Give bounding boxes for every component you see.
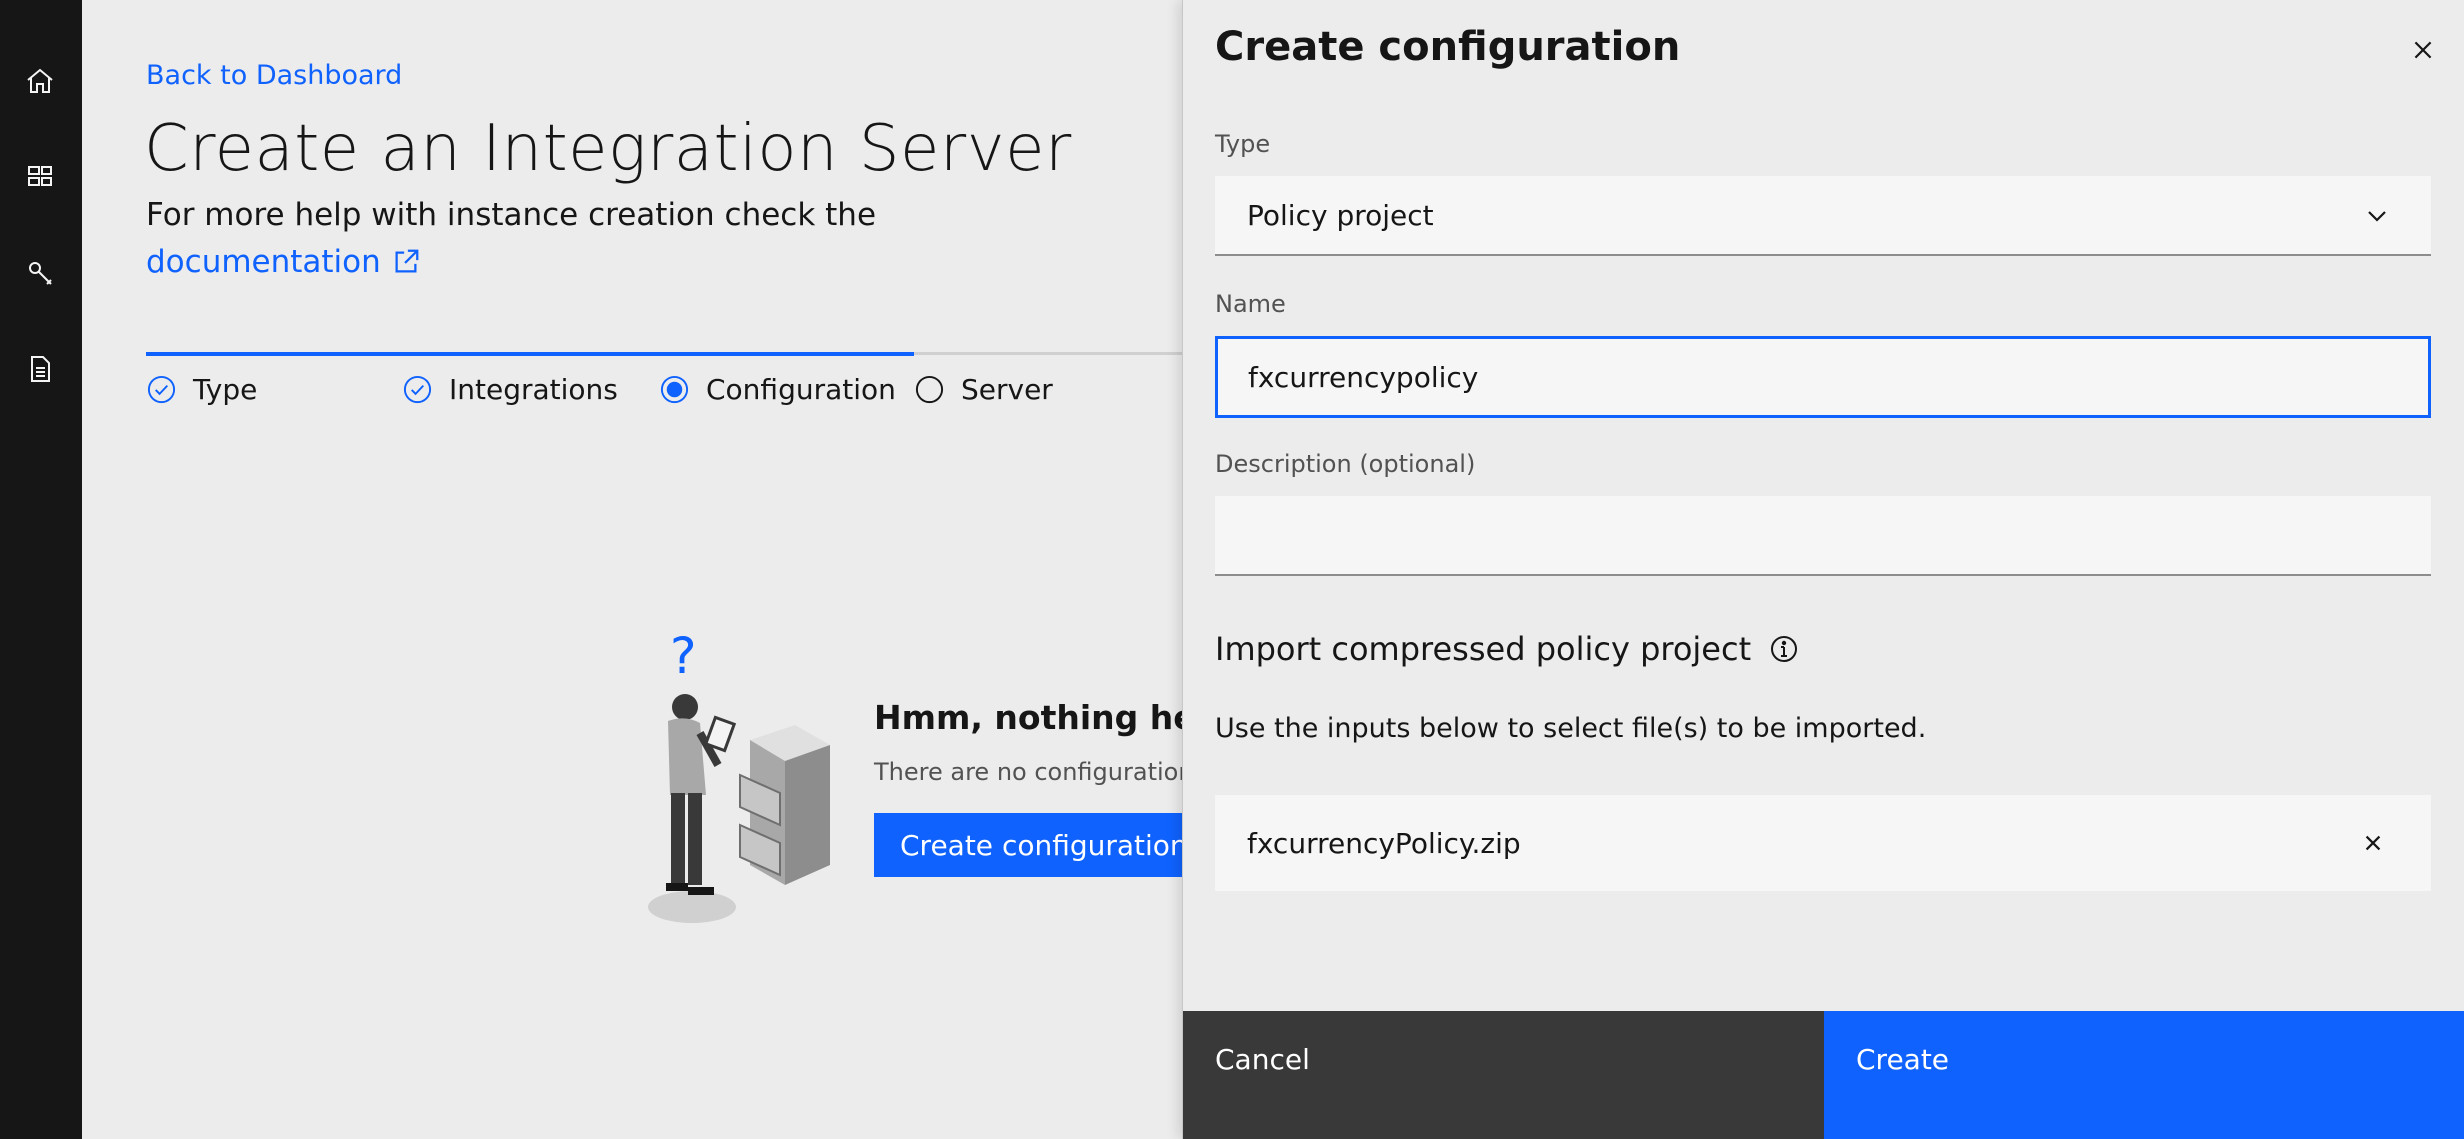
create-configuration-button[interactable]: Create configuration xyxy=(874,813,1194,877)
home-icon xyxy=(27,68,53,93)
import-heading-text: Import compressed policy project xyxy=(1215,630,1752,668)
checkmark-circle-icon xyxy=(147,375,176,404)
external-link-icon xyxy=(395,249,419,273)
step-type[interactable]: Type xyxy=(146,373,257,406)
step-configuration[interactable]: Configuration xyxy=(659,373,896,406)
name-label: Name xyxy=(1215,290,1286,318)
empty-state-description: There are no configurations xyxy=(874,758,1207,786)
nav-dashboard[interactable] xyxy=(16,152,64,200)
close-icon xyxy=(2414,41,2432,59)
step-label: Integrations xyxy=(449,373,618,406)
uploaded-file-item: fxcurrencyPolicy.zip xyxy=(1215,795,2431,891)
documentation-link-label: documentation xyxy=(146,244,381,280)
type-select-value: Policy project xyxy=(1247,198,1434,232)
chevron-down-icon xyxy=(2368,211,2386,222)
step-label: Configuration xyxy=(706,373,896,406)
progress-fill xyxy=(146,352,914,356)
current-step-icon xyxy=(660,375,689,404)
import-description: Use the inputs below to select file(s) t… xyxy=(1215,713,1927,744)
file-name: fxcurrencyPolicy.zip xyxy=(1247,826,1521,860)
side-nav-rail xyxy=(0,0,82,1139)
create-configuration-panel: Create configuration Type Policy project… xyxy=(1182,0,2464,1139)
create-button[interactable]: Create xyxy=(1824,1011,2464,1139)
dashboard-icon xyxy=(28,166,52,186)
page-title: Create an Integration Server xyxy=(144,112,1072,186)
cancel-button[interactable]: Cancel xyxy=(1183,1011,1824,1139)
checkmark-circle-icon xyxy=(403,375,432,404)
incomplete-step-icon xyxy=(915,375,944,404)
main-content: Back to Dashboard Create an Integration … xyxy=(82,0,1305,1139)
step-label: Type xyxy=(193,373,258,406)
wrench-icon xyxy=(29,262,52,285)
step-label: Server xyxy=(961,373,1053,406)
close-panel-button[interactable] xyxy=(2401,28,2445,72)
remove-file-button[interactable] xyxy=(2355,825,2391,861)
import-heading: Import compressed policy project xyxy=(1215,630,1799,668)
step-integrations[interactable]: Integrations xyxy=(402,373,618,406)
back-to-dashboard-link[interactable]: Back to Dashboard xyxy=(146,60,402,91)
close-icon xyxy=(2365,835,2381,851)
step-server[interactable]: Server xyxy=(914,373,1053,406)
help-text: For more help with instance creation che… xyxy=(146,197,877,233)
panel-title: Create configuration xyxy=(1215,24,1681,70)
information-icon[interactable] xyxy=(1769,634,1799,664)
svg-text:?: ? xyxy=(670,627,697,685)
nav-tools[interactable] xyxy=(16,249,64,297)
nav-documents[interactable] xyxy=(16,345,64,393)
description-label: Description (optional) xyxy=(1215,450,1476,478)
documentation-link[interactable]: documentation xyxy=(146,244,421,280)
empty-state-illustration: ? xyxy=(648,627,830,923)
type-select[interactable]: Policy project xyxy=(1215,176,2431,256)
document-icon xyxy=(31,356,50,382)
name-input[interactable] xyxy=(1215,336,2431,418)
type-label: Type xyxy=(1215,130,1271,158)
nav-home[interactable] xyxy=(16,57,64,105)
description-input[interactable] xyxy=(1215,496,2431,576)
